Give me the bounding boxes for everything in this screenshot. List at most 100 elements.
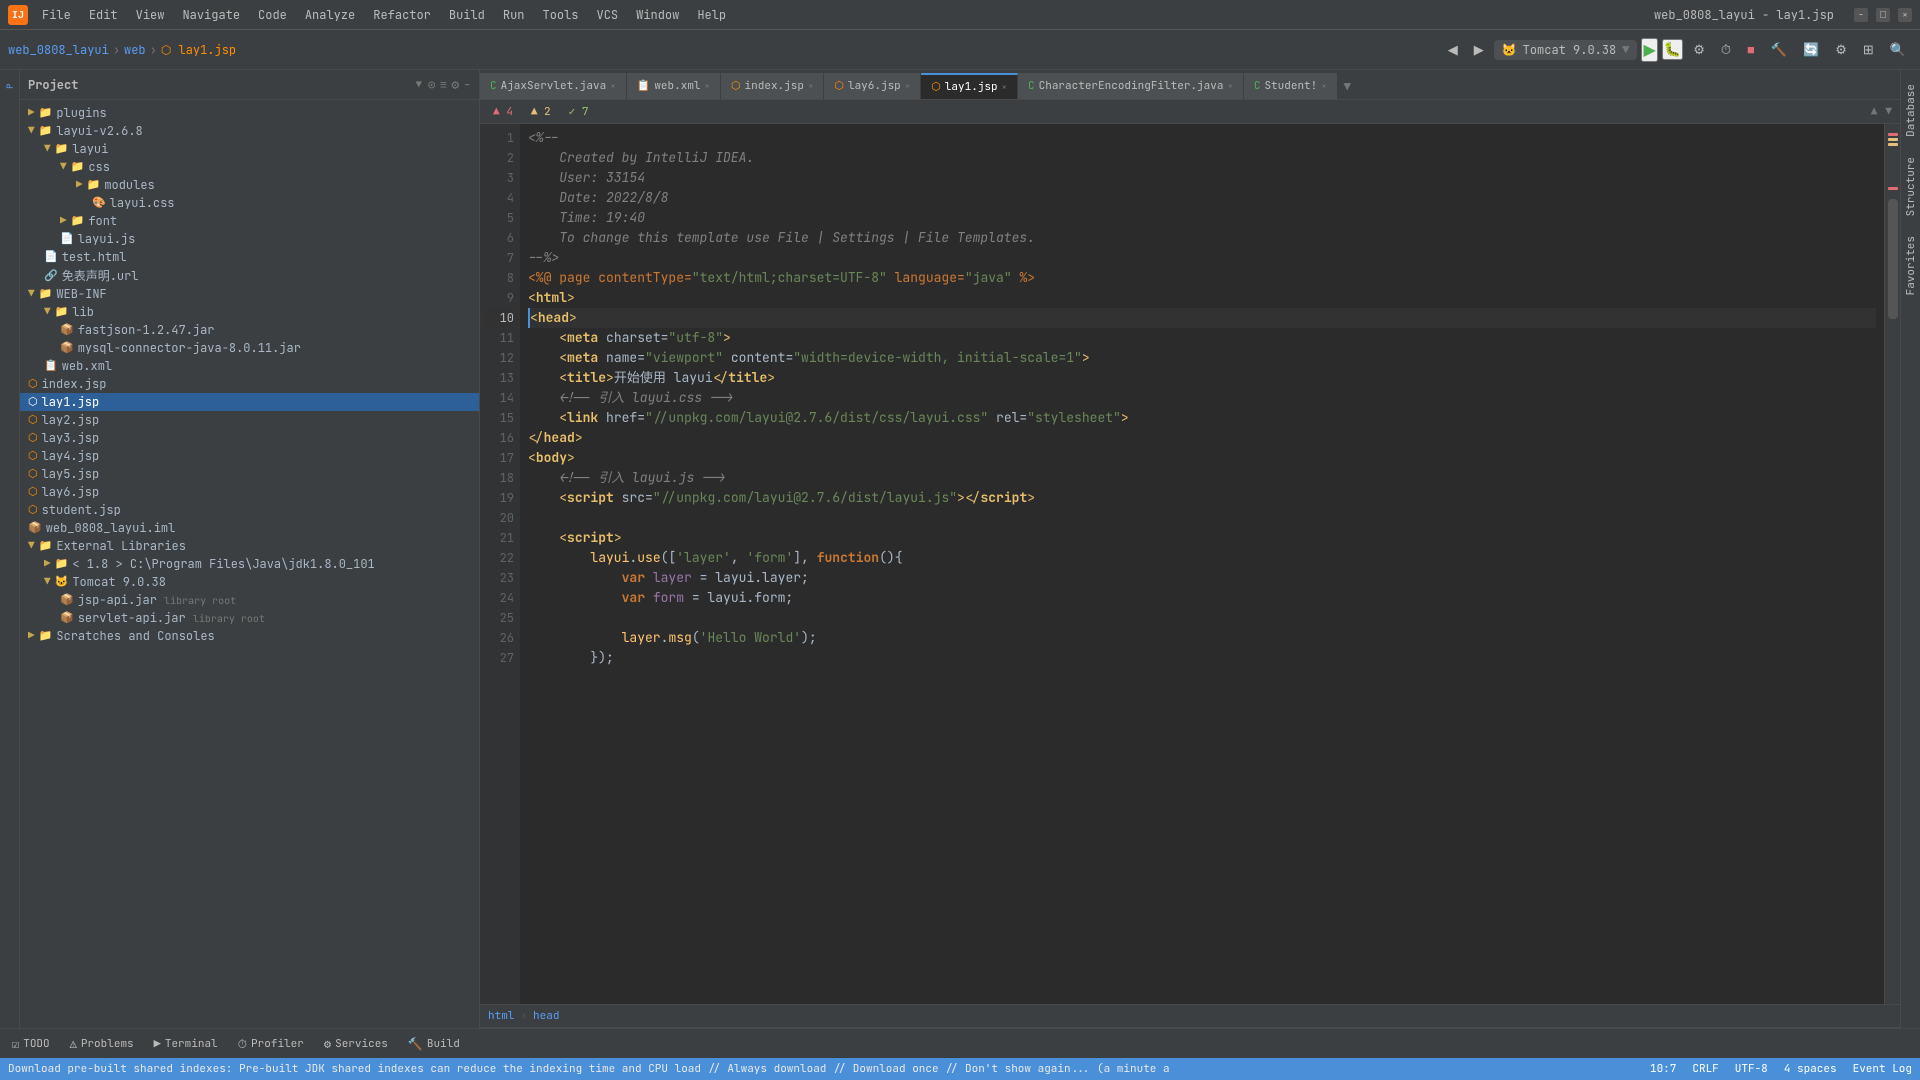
- tree-item-lay4-jsp[interactable]: ⬡ lay4.jsp: [20, 447, 479, 465]
- breadcrumb-project[interactable]: web_0808_layui: [8, 42, 109, 58]
- menu-edit[interactable]: Edit: [81, 5, 126, 25]
- build-panel-button[interactable]: 🔨 Build: [404, 1034, 464, 1054]
- close-button[interactable]: ×: [1898, 8, 1912, 22]
- maximize-button[interactable]: □: [1876, 8, 1890, 22]
- terminal-button[interactable]: ▶ Terminal: [150, 1034, 222, 1054]
- tab-ajaxservlet[interactable]: C AjaxServlet.java ×: [480, 73, 627, 99]
- tree-item-tomcat[interactable]: ▼ 🐱 Tomcat 9.0.38: [20, 573, 479, 591]
- minimize-button[interactable]: −: [1854, 8, 1868, 22]
- tree-item-scratches[interactable]: ▶ 📁 Scratches and Consoles: [20, 627, 479, 645]
- run-config[interactable]: 🐱 Tomcat 9.0.38 ▼: [1494, 40, 1638, 60]
- breadcrumb-web[interactable]: web: [124, 42, 146, 58]
- panel-locate-icon[interactable]: ⊙: [428, 76, 436, 93]
- tree-item-layui-v268[interactable]: ▼ 📁 layui-v2.6.8: [20, 122, 479, 140]
- menu-analyze[interactable]: Analyze: [297, 5, 363, 25]
- tab-student[interactable]: C Student! ×: [1244, 73, 1338, 99]
- tree-item-mysql[interactable]: 📦 mysql-connector-java-8.0.11.jar: [20, 339, 479, 357]
- sync-button[interactable]: 🔄: [1797, 39, 1825, 61]
- code-view[interactable]: <%-- Created by IntelliJ IDEA. User: 331…: [520, 124, 1884, 1004]
- project-strip-icon[interactable]: P: [2, 78, 18, 94]
- tree-item-layui-css[interactable]: 🎨 layui.css: [20, 194, 479, 212]
- event-log-button[interactable]: Event Log: [1853, 1062, 1912, 1076]
- tree-item-url[interactable]: 🔗 免表声明.url: [20, 266, 479, 285]
- cursor-position[interactable]: 10:7: [1650, 1062, 1676, 1076]
- database-tab[interactable]: Database: [1902, 78, 1920, 143]
- breadcrumb-file[interactable]: ⬡ lay1.jsp: [161, 42, 236, 58]
- tab-webxml[interactable]: 📋 web.xml ×: [627, 73, 721, 99]
- indent-info[interactable]: 4 spaces: [1784, 1062, 1837, 1076]
- tree-item-student-jsp[interactable]: ⬡ student.jsp: [20, 501, 479, 519]
- ok-badge[interactable]: ✓ 7: [564, 104, 594, 120]
- tree-item-webxml[interactable]: 📋 web.xml: [20, 357, 479, 375]
- tree-item-lib[interactable]: ▼ 📁 lib: [20, 303, 479, 321]
- tab-overflow-button[interactable]: ▼: [1338, 75, 1357, 99]
- favorites-tab[interactable]: Favorites: [1902, 230, 1920, 301]
- menu-navigate[interactable]: Navigate: [174, 5, 248, 25]
- services-button[interactable]: ⚙ Services: [320, 1034, 392, 1054]
- tab-charencoding-close[interactable]: ×: [1227, 80, 1232, 92]
- tab-lay6jsp-close[interactable]: ×: [905, 80, 910, 92]
- breadcrumb-head[interactable]: head: [533, 1009, 559, 1023]
- notifications-chevron-up[interactable]: ▲: [1871, 105, 1878, 119]
- tab-lay1jsp-close[interactable]: ×: [1002, 81, 1007, 93]
- expand-button[interactable]: ⊞: [1857, 39, 1880, 61]
- tree-item-css[interactable]: ▼ 📁 css: [20, 158, 479, 176]
- tree-item-lay3-jsp[interactable]: ⬡ lay3.jsp: [20, 429, 479, 447]
- tree-item-font[interactable]: ▶ 📁 font: [20, 212, 479, 230]
- search-button[interactable]: 🔍: [1884, 39, 1912, 61]
- panel-settings-icon[interactable]: ⚙: [451, 76, 459, 93]
- menu-refactor[interactable]: Refactor: [365, 5, 439, 25]
- file-encoding[interactable]: UTF-8: [1735, 1062, 1768, 1076]
- menu-view[interactable]: View: [128, 5, 173, 25]
- tab-student-close[interactable]: ×: [1321, 80, 1326, 92]
- tab-lay1jsp[interactable]: ⬡ lay1.jsp ×: [921, 73, 1018, 99]
- tab-indexjsp[interactable]: ⬡ index.jsp ×: [721, 73, 824, 99]
- tree-item-layui[interactable]: ▼ 📁 layui: [20, 140, 479, 158]
- tree-item-lay6-jsp[interactable]: ⬡ lay6.jsp: [20, 483, 479, 501]
- todo-button[interactable]: ☑ TODO: [8, 1034, 54, 1054]
- scroll-thumb[interactable]: [1888, 199, 1898, 319]
- tree-item-servlet-api[interactable]: 📦 servlet-api.jar library root: [20, 609, 479, 627]
- code-editor[interactable]: 1 2 3 4 5 6 7 8 9 10 11 12 13 14 15 16 1…: [480, 124, 1900, 1004]
- problems-button[interactable]: ⚠ Problems: [66, 1034, 138, 1054]
- project-dropdown-icon[interactable]: ▼: [416, 78, 422, 91]
- tree-item-jdk[interactable]: ▶ 📁 < 1.8 > C:\Program Files\Java\jdk1.8…: [20, 555, 479, 573]
- tree-item-modules[interactable]: ▶ 📁 modules: [20, 176, 479, 194]
- tree-item-layui-js[interactable]: 📄 layui.js: [20, 230, 479, 248]
- profiler-run-button[interactable]: ⏱: [1715, 39, 1737, 61]
- menu-window[interactable]: Window: [628, 5, 687, 25]
- stop-button[interactable]: ■: [1741, 39, 1761, 60]
- panel-close-icon[interactable]: −: [463, 76, 471, 93]
- tree-item-webinf[interactable]: ▼ 📁 WEB-INF: [20, 285, 479, 303]
- debug-button[interactable]: 🐛: [1662, 39, 1683, 60]
- coverage-button[interactable]: ⚙: [1687, 39, 1711, 61]
- profiler-button[interactable]: ⏱ Profiler: [234, 1034, 308, 1054]
- menu-code[interactable]: Code: [250, 5, 295, 25]
- tree-item-iml[interactable]: 📦 web_0808_layui.iml: [20, 519, 479, 537]
- tab-webxml-close[interactable]: ×: [705, 80, 710, 92]
- panel-expand-icon[interactable]: ≡: [440, 76, 448, 93]
- structure-tab[interactable]: Structure: [1902, 151, 1920, 222]
- tree-item-fastjson[interactable]: 📦 fastjson-1.2.47.jar: [20, 321, 479, 339]
- menu-vcs[interactable]: VCS: [589, 5, 627, 25]
- menu-build[interactable]: Build: [441, 5, 493, 25]
- run-button[interactable]: ▶: [1641, 38, 1657, 62]
- tab-lay6jsp[interactable]: ⬡ lay6.jsp ×: [824, 73, 921, 99]
- tree-item-plugins[interactable]: ▶ 📁 plugins: [20, 104, 479, 122]
- build-button[interactable]: 🔨: [1765, 39, 1793, 61]
- menu-file[interactable]: File: [34, 5, 79, 25]
- settings-button[interactable]: ⚙: [1829, 39, 1853, 61]
- menu-help[interactable]: Help: [689, 5, 734, 25]
- tab-ajaxservlet-close[interactable]: ×: [610, 80, 615, 92]
- tab-charencoding[interactable]: C CharacterEncodingFilter.java ×: [1018, 73, 1244, 99]
- error-badge[interactable]: ▲ 4: [488, 104, 518, 120]
- run-config-dropdown-icon[interactable]: ▼: [1622, 42, 1629, 58]
- line-ending[interactable]: CRLF: [1692, 1062, 1718, 1076]
- tree-item-external-libs[interactable]: ▼ 📁 External Libraries: [20, 537, 479, 555]
- tree-item-test-html[interactable]: 📄 test.html: [20, 248, 479, 266]
- menu-tools[interactable]: Tools: [535, 5, 587, 25]
- forward-button[interactable]: ▶: [1468, 39, 1490, 61]
- tree-item-lay5-jsp[interactable]: ⬡ lay5.jsp: [20, 465, 479, 483]
- menu-run[interactable]: Run: [495, 5, 533, 25]
- back-button[interactable]: ◀: [1442, 39, 1464, 61]
